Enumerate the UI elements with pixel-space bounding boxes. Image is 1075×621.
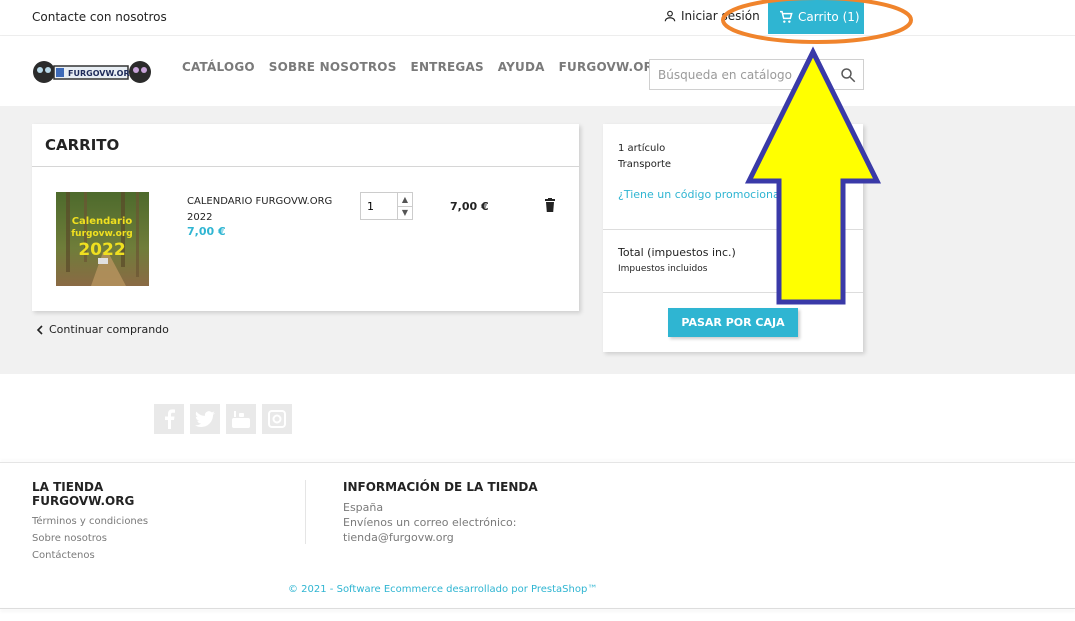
footer-info-column: INFORMACIÓN DE LA TIENDA España Envíenos…	[343, 480, 538, 545]
footer-email[interactable]: tienda@furgovw.org	[343, 530, 538, 545]
cart-button[interactable]: Carrito (1)	[768, 0, 864, 34]
page-bottom-divider	[0, 608, 1075, 609]
header: FURGOVW.ORG CATÁLOGO SOBRE NOSOTROS ENTR…	[0, 36, 1075, 106]
checkout-button[interactable]: PASAR POR CAJA	[668, 308, 798, 337]
quantity-up-icon[interactable]: ▲	[398, 193, 412, 207]
product-price: 7,00 €	[187, 225, 226, 238]
product-image-text-1: Calendario	[72, 216, 133, 227]
logo[interactable]: FURGOVW.ORG	[32, 58, 152, 86]
copyright-link[interactable]: © 2021 - Software Ecommerce desarrollado…	[288, 584, 597, 595]
nav-item-entregas[interactable]: ENTREGAS	[411, 60, 484, 74]
search-input[interactable]	[650, 60, 830, 89]
nav-item-ayuda[interactable]: AYUDA	[498, 60, 545, 74]
cart-panel: CARRITO Calendario furgovw.org 2022 CALE…	[32, 124, 579, 311]
nav-item-catalogo[interactable]: CATÁLOGO	[182, 60, 255, 74]
line-total: 7,00 €	[450, 200, 489, 213]
product-image[interactable]: Calendario furgovw.org 2022	[56, 192, 149, 286]
main-nav: CATÁLOGO SOBRE NOSOTROS ENTREGAS AYUDA F…	[182, 60, 663, 74]
cart-icon	[780, 10, 793, 23]
footer-info-title: INFORMACIÓN DE LA TIENDA	[343, 480, 538, 494]
summary-item-count: 1 artículo	[618, 143, 666, 154]
social-links	[154, 404, 292, 434]
twitter-icon[interactable]	[190, 404, 220, 434]
nav-item-furgovw[interactable]: FURGOVW.ORG	[559, 60, 664, 74]
summary-divider	[603, 229, 863, 230]
instagram-icon[interactable]	[262, 404, 292, 434]
footer-store-column: LA TIENDA FURGOVW.ORG Términos y condici…	[32, 480, 148, 561]
product-image-text-3: 2022	[78, 240, 125, 260]
top-bar: Contacte con nosotros Iniciar sesión Car…	[0, 0, 1075, 36]
quantity-stepper: ▲ ▼	[360, 192, 413, 220]
product-image-text-2: furgovw.org	[71, 229, 132, 239]
footer-link-contactenos[interactable]: Contáctenos	[32, 550, 148, 561]
product-name[interactable]: CALENDARIO FURGOVW.ORG 2022	[187, 194, 347, 226]
quantity-input[interactable]	[361, 193, 397, 219]
footer-country: España	[343, 501, 384, 514]
summary-divider	[603, 292, 863, 293]
login-label: Iniciar sesión	[681, 9, 760, 23]
svg-text:FURGOVW.ORG: FURGOVW.ORG	[68, 69, 136, 78]
cart-button-label: Carrito (1)	[798, 10, 860, 24]
promo-code-link[interactable]: ¿Tiene un código promocional?	[618, 188, 789, 201]
youtube-icon[interactable]	[226, 404, 256, 434]
search-box	[649, 59, 864, 90]
login-link[interactable]: Iniciar sesión	[663, 9, 760, 23]
facebook-icon[interactable]	[154, 404, 184, 434]
contact-link[interactable]: Contacte con nosotros	[32, 10, 167, 24]
continue-shopping-link[interactable]: Continuar comprando	[36, 323, 169, 336]
footer-link-terminos[interactable]: Términos y condiciones	[32, 516, 148, 527]
main-content: CARRITO Calendario furgovw.org 2022 CALE…	[0, 106, 1075, 374]
chevron-left-icon	[36, 324, 43, 335]
footer-store-title: LA TIENDA FURGOVW.ORG	[32, 480, 135, 508]
footer-divider	[0, 462, 1075, 463]
continue-shopping-label: Continuar comprando	[49, 323, 169, 336]
trash-icon[interactable]	[544, 198, 556, 215]
total-label: Total (impuestos inc.)	[618, 246, 736, 259]
cart-title: CARRITO	[32, 124, 579, 167]
search-icon[interactable]	[839, 66, 857, 84]
user-icon	[664, 10, 676, 22]
footer-email-label: Envíenos un correo electrónico:	[343, 516, 517, 529]
footer-link-sobre-nosotros[interactable]: Sobre nosotros	[32, 533, 148, 544]
cart-summary: 1 artículo Transporte ¿Tiene un código p…	[603, 124, 863, 352]
nav-item-sobre-nosotros[interactable]: SOBRE NOSOTROS	[269, 60, 397, 74]
summary-shipping: Transporte	[618, 159, 672, 170]
quantity-down-icon[interactable]: ▼	[398, 207, 412, 220]
tax-label: Impuestos incluidos	[618, 264, 708, 274]
footer-column-divider	[305, 480, 306, 544]
